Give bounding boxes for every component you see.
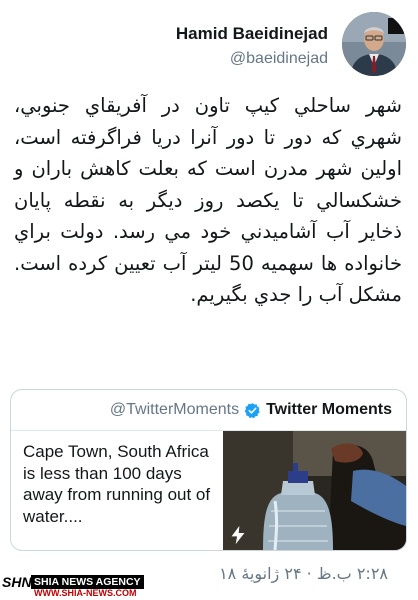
lightning-bolt-icon	[231, 525, 245, 545]
display-name[interactable]: Hamid Baeidinejad	[176, 24, 328, 44]
verified-badge-icon	[244, 402, 260, 418]
card-headline[interactable]: Cape Town, South Africa is less than 100…	[23, 441, 218, 527]
agency-watermark: SHN SHIA NEWS AGENCY WWW.SHIA-NEWS.COM	[0, 572, 152, 600]
tweet-header: Hamid Baeidinejad @baeidinejad	[12, 12, 406, 82]
water-bottle-image	[223, 431, 406, 550]
card-source-handle[interactable]: @TwitterMoments	[110, 401, 239, 419]
user-handle[interactable]: @baeidinejad	[230, 50, 328, 68]
card-source-name[interactable]: Twitter Moments	[266, 401, 392, 419]
watermark-logo: SHN	[2, 574, 32, 590]
avatar[interactable]	[342, 12, 406, 76]
watermark-url: WWW.SHIA-NEWS.COM	[34, 588, 137, 598]
avatar-photo	[342, 12, 406, 76]
card-thumbnail[interactable]	[223, 431, 406, 550]
watermark-agency: SHIA NEWS AGENCY	[31, 575, 144, 589]
moment-card[interactable]: @TwitterMoments Twitter Moments Cape Tow…	[10, 389, 407, 551]
card-body: Cape Town, South Africa is less than 100…	[11, 431, 406, 550]
card-header: @TwitterMoments Twitter Moments	[11, 390, 406, 431]
tweet-timestamp[interactable]: ۲:۲۸ ب.ظ · ۲۴ ژانویهٔ ۱۸	[219, 564, 388, 583]
tweet-body: شهر ساحلي كيپ تاون در آفريقاي جنوبي، شهر…	[14, 94, 403, 306]
